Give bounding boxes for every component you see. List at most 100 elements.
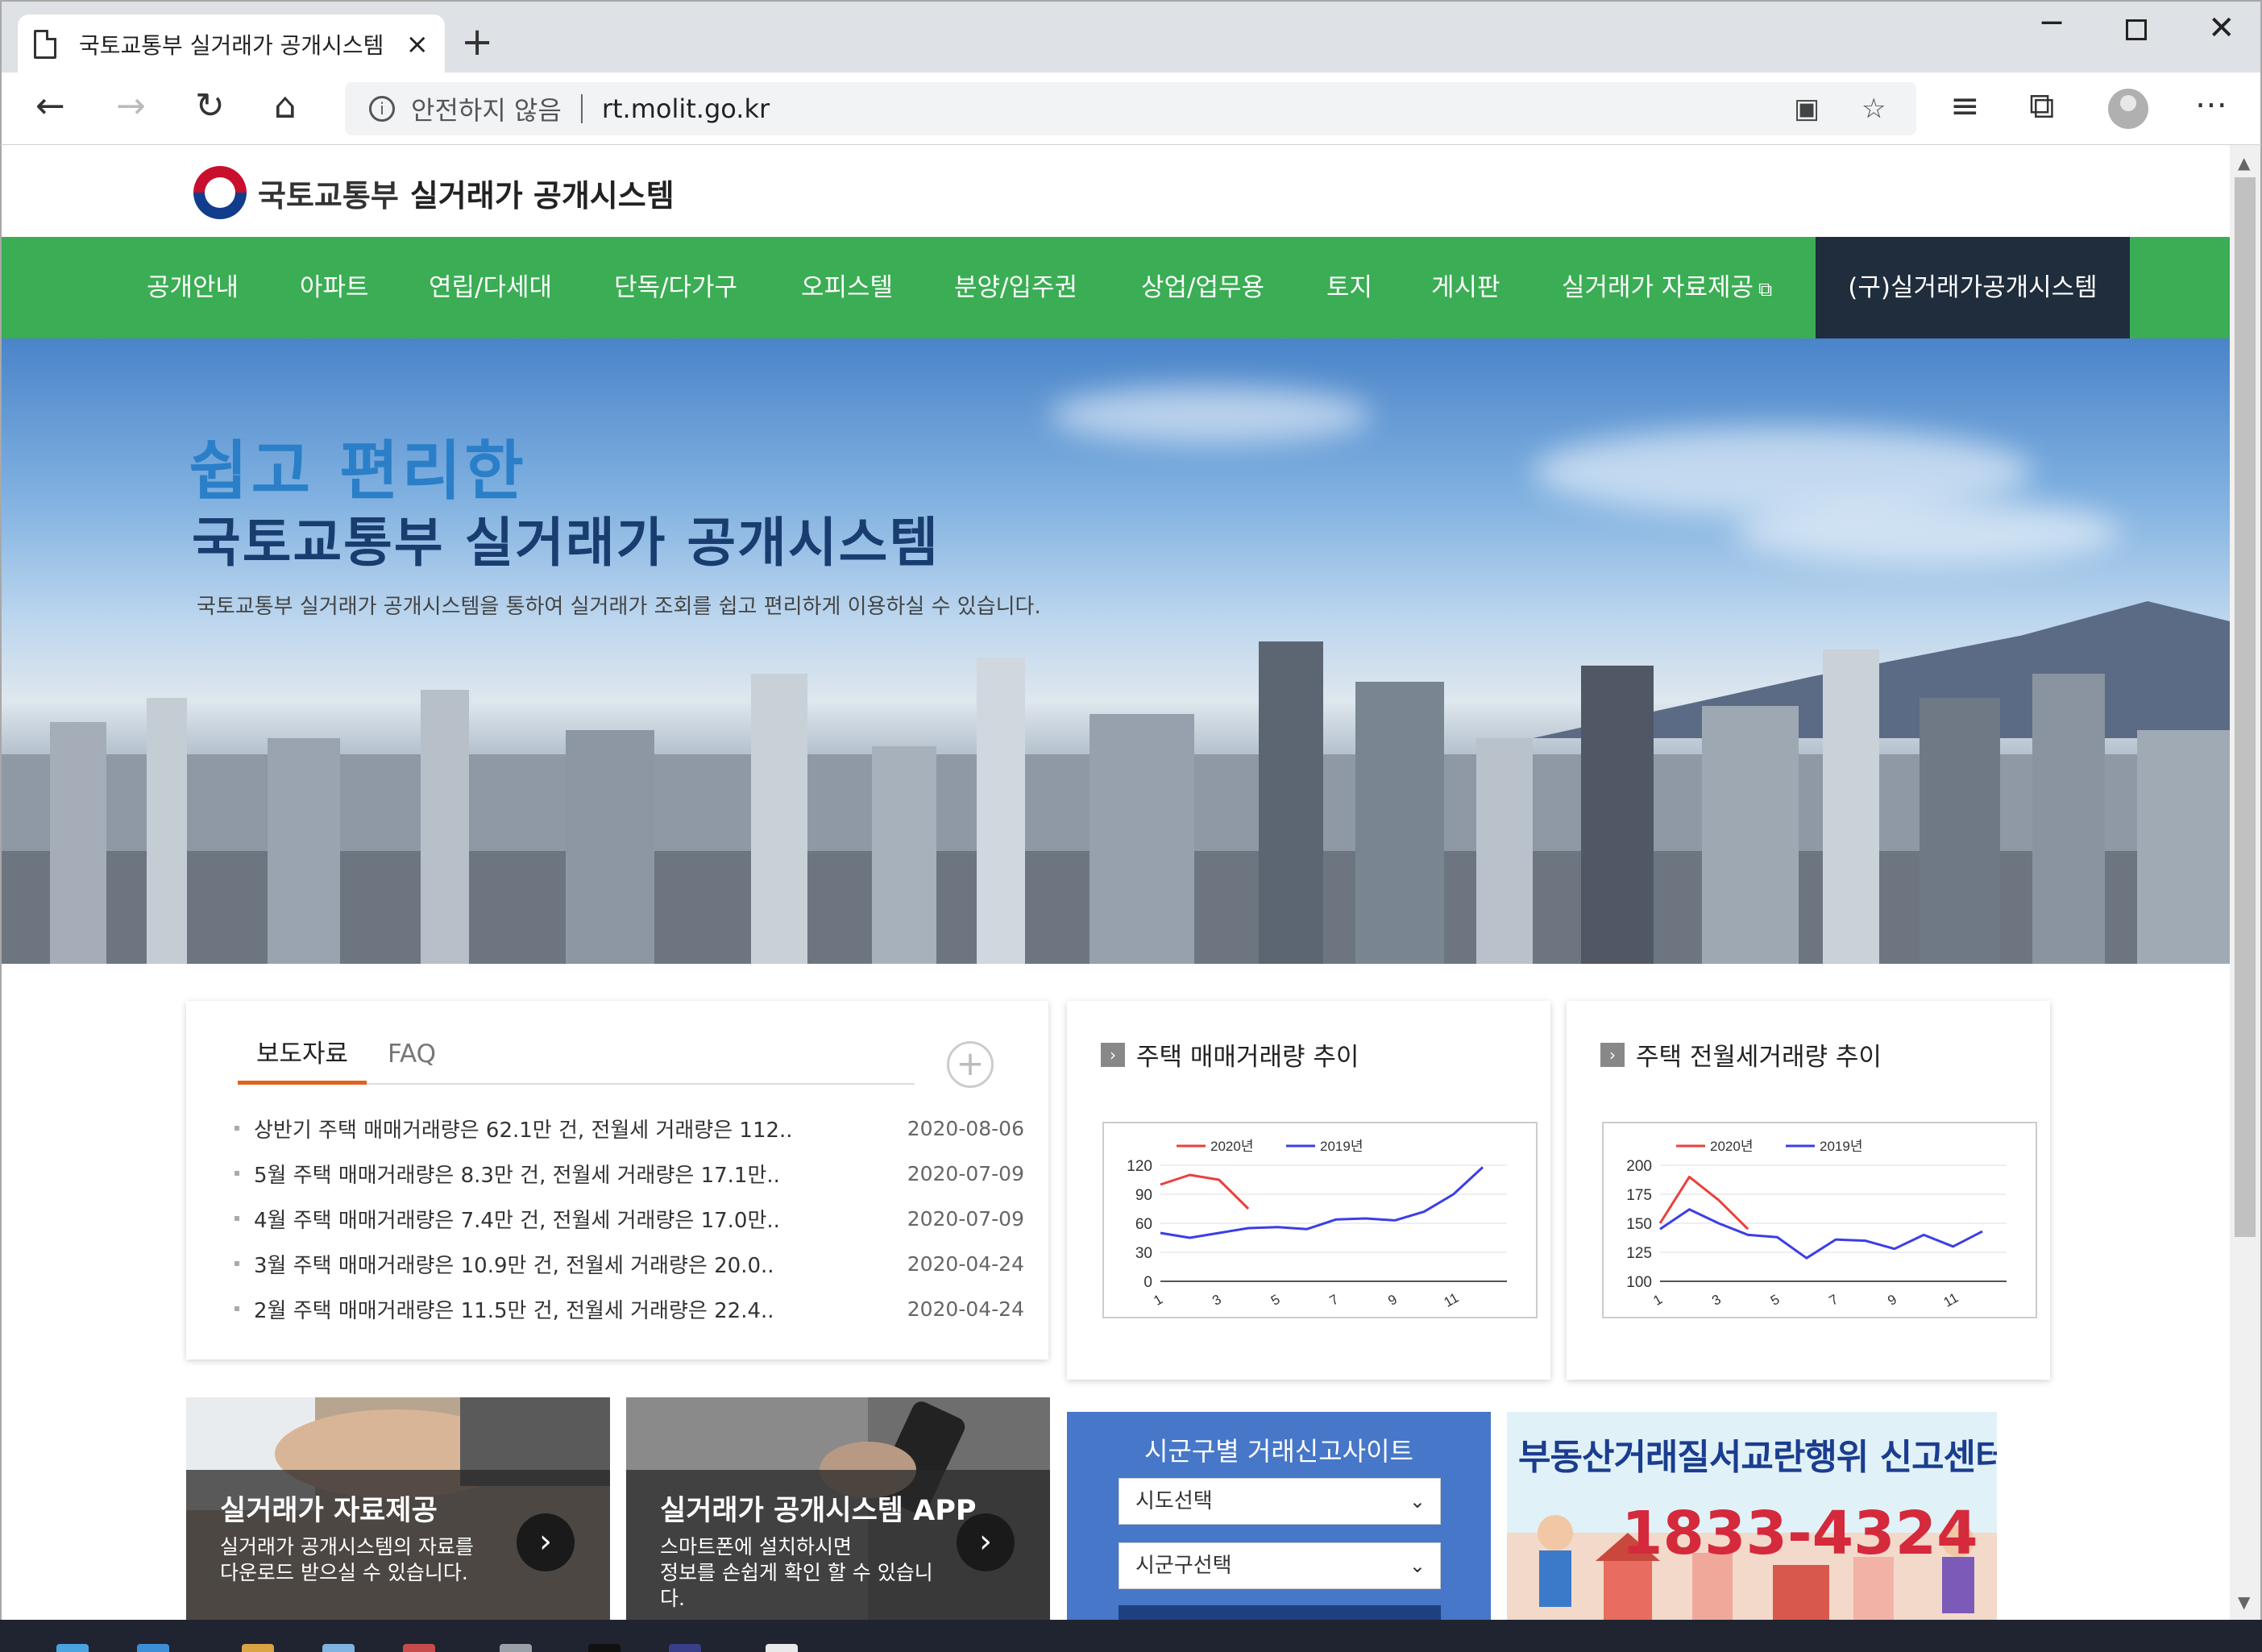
news-title[interactable]: 4월 주택 매매거래량은 7.4만 건, 전월세 거래량은 17.0만.. [254,1204,895,1234]
os-taskbar [0,1620,2262,1652]
hero-slogan: 쉽고 편리한 [189,434,527,508]
nav-item-board[interactable]: 게시판 [1431,237,1500,338]
maximize-button[interactable] [2126,19,2147,40]
minimize-button[interactable]: ─ [2042,5,2061,42]
news-title[interactable]: 5월 주택 매매거래량은 8.3만 건, 전월세 거래량은 17.1만.. [254,1159,895,1189]
sales-volume-chart-panel[interactable]: › 주택 매매거래량 추이 120 90 60 30 0 1 3 5 7 9 11 2020년 2019… [1067,1001,1550,1380]
scroll-up-arrow-icon[interactable]: ▲ [2238,153,2250,172]
chart-frame: 120 90 60 30 0 1 3 5 7 9 11 2020년 2019년 [1102,1122,1538,1318]
tab-close-icon[interactable]: × [406,28,430,60]
main-navigation: 공개안내 아파트 연립/다세대 단독/다가구 오피스텔 분양/입주권 상업/업무… [2,237,2231,338]
y-tick-label: 150 [1626,1216,1652,1233]
back-button[interactable]: ← [35,89,65,124]
sigungu-select[interactable]: 시군구선택 ⌄ [1119,1542,1441,1589]
taskbar-app-icon[interactable] [500,1644,532,1652]
favorites-icon[interactable]: ≡ [1950,89,1980,124]
browser-tab[interactable]: 국토교통부 실거래가 공개시스템 × [18,15,445,74]
taskbar-app-icon[interactable] [242,1644,274,1652]
promo-description: 실거래가 공개시스템의 자료를 다운로드 받으실 수 있습니다. [220,1534,494,1586]
taskbar-app-icon[interactable] [588,1644,620,1652]
x-tick-label: 9 [1385,1292,1400,1309]
promo-mobile-app[interactable]: 실거래가 공개시스템 APP 스마트폰에 설치하시면 정보를 손쉽게 확인 할 수… [626,1397,1050,1620]
new-tab-button[interactable]: + [461,23,493,61]
nav-item-rowhouse[interactable]: 연립/다세대 [429,237,552,338]
x-tick-label: 7 [1827,1292,1841,1309]
x-tick-label: 7 [1327,1292,1342,1309]
news-title[interactable]: 2월 주택 매매거래량은 11.5만 건, 전월세 거래량은 22.4.. [254,1294,895,1324]
news-date: 2020-08-06 [907,1116,1024,1140]
nav-item-apartment[interactable]: 아파트 [300,237,369,338]
local-panel-title: 시군구별 거래신고사이트 [1143,1436,1413,1467]
refresh-button[interactable]: ↻ [195,89,225,124]
news-list: 상반기 주택 매매거래량은 62.1만 건, 전월세 거래량은 112.. 202… [235,1106,1024,1331]
profile-avatar[interactable] [2108,89,2148,129]
news-item[interactable]: 2월 주택 매매거래량은 11.5만 건, 전월세 거래량은 22.4.. 202… [235,1286,1024,1331]
promo-data-provision[interactable]: 실거래가 자료제공 실거래가 공개시스템의 자료를 다운로드 받으실 수 있습니다… [186,1397,610,1620]
promo-line: 다운로드 받으실 수 있습니다. [220,1561,468,1584]
url-text[interactable]: rt.molit.go.kr [602,93,770,124]
security-warning: 안전하지 않음 [411,95,562,126]
bullet-icon [235,1261,239,1266]
local-report-sites-panel: 시군구별 거래신고사이트 시도선택 ⌄ 시군구선택 ⌄ [1067,1412,1491,1620]
legend-label: 2019년 [1320,1139,1363,1154]
x-tick-label: 5 [1268,1292,1283,1309]
home-button[interactable]: ⌂ [274,89,297,124]
rent-volume-chart-panel[interactable]: › 주택 전월세거래량 추이 200 175 150 125 100 1 3 5 7 9 11 202… [1567,1001,2050,1380]
site-header: 국토교통부 실거래가 공개시스템 [2,145,2231,237]
nav-item-officetel[interactable]: 오피스텔 [801,237,893,338]
taskbar-app-icon[interactable] [56,1644,89,1652]
news-title[interactable]: 3월 주택 매매거래량은 10.9만 건, 전월세 거래량은 20.0.. [254,1249,895,1279]
address-bar[interactable]: i 안전하지 않음 rt.molit.go.kr ▣ ☆ [345,82,1916,135]
scroll-down-arrow-icon[interactable]: ▼ [2238,1592,2250,1612]
chevron-down-icon: ⌄ [1409,1490,1426,1513]
tab-press-release[interactable]: 보도자료 [238,1033,367,1085]
report-center-banner[interactable]: 부동산거래질서교란행위 신고센터 1833-4324 [1507,1412,1997,1620]
taskbar-app-icon[interactable] [669,1644,701,1652]
more-menu-icon[interactable]: ⋯ [2195,89,2227,121]
more-plus-icon[interactable]: + [947,1041,994,1088]
news-item[interactable]: 상반기 주택 매매거래량은 62.1만 건, 전월세 거래량은 112.. 202… [235,1106,1024,1151]
tab-faq[interactable]: FAQ [388,1033,436,1085]
nav-item-detached[interactable]: 단독/다가구 [614,237,737,338]
taskbar-app-icon[interactable] [403,1644,435,1652]
tracking-prevention-icon[interactable]: ▣ [1794,95,1820,122]
taskbar-app-icon[interactable] [137,1644,169,1652]
sido-select[interactable]: 시도선택 ⌄ [1119,1478,1441,1525]
sido-select-value: 시도선택 [1135,1489,1213,1513]
nav-item-commercial[interactable]: 상업/업무용 [1141,237,1264,338]
news-title[interactable]: 상반기 주택 매매거래량은 62.1만 건, 전월세 거래량은 112.. [254,1114,895,1144]
collections-icon[interactable]: ⧉ [2029,89,2054,124]
report-phone-number: 1833-4324 [1621,1499,1978,1568]
promo-title: 실거래가 자료제공 [220,1495,438,1527]
forward-button[interactable]: → [116,89,146,124]
close-window-button[interactable]: ✕ [2208,10,2235,47]
hero-cityscape [2,641,2231,964]
chevron-right-icon[interactable]: › [517,1513,575,1571]
series-line [1659,1208,1983,1260]
bullet-icon [235,1171,239,1176]
site-logo[interactable]: 국토교통부 실거래가 공개시스템 [193,166,674,219]
scroll-thumb[interactable] [2235,177,2256,1237]
promo-line: 스마트폰에 설치하시면 [660,1535,852,1559]
nav-item-land[interactable]: 토지 [1326,237,1372,338]
chevron-right-icon: › [1600,1042,1625,1067]
browser-tab-bar: 국토교통부 실거래가 공개시스템 × + ─ ✕ [0,0,2262,74]
favorite-star-icon[interactable]: ☆ [1861,95,1886,122]
nav-item-legacy-system[interactable]: (구)실거래가공개시스템 [1816,237,2130,338]
y-tick-label: 90 [1135,1187,1152,1204]
nav-item-data-provision[interactable]: 실거래가 자료제공 ⧉ [1562,237,1772,338]
chevron-right-icon[interactable]: › [957,1513,1015,1571]
report-center-title: 부동산거래질서교란행위 신고센터 [1518,1437,1997,1478]
news-date: 2020-04-24 [907,1251,1024,1276]
taskbar-app-icon[interactable] [766,1644,798,1652]
nav-item-presale[interactable]: 분양/입주권 [954,237,1077,338]
news-item[interactable]: 5월 주택 매매거래량은 8.3만 건, 전월세 거래량은 17.1만.. 202… [235,1151,1024,1196]
news-item[interactable]: 3월 주택 매매거래량은 10.9만 건, 전월세 거래량은 20.0.. 202… [235,1241,1024,1286]
news-item[interactable]: 4월 주택 매매거래량은 7.4만 건, 전월세 거래량은 17.0만.. 202… [235,1196,1024,1241]
go-button[interactable] [1119,1605,1441,1620]
taskbar-app-icon[interactable] [322,1644,355,1652]
page-scrollbar[interactable]: ▲ ▼ [2230,145,2260,1620]
bullet-icon [235,1306,239,1311]
nav-item-guide[interactable]: 공개안내 [147,237,239,338]
info-icon[interactable]: i [369,96,395,122]
